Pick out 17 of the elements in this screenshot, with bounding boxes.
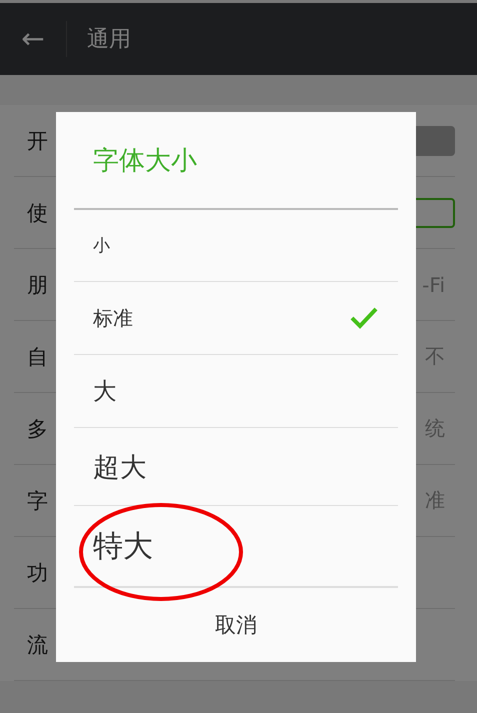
page-title: 通用: [87, 26, 131, 54]
font-size-option[interactable]: 小: [74, 210, 398, 282]
setting-label: 多: [27, 416, 48, 442]
dialog-title: 字体大小: [74, 112, 398, 210]
setting-label: 功: [27, 560, 48, 586]
setting-label: 字: [27, 488, 48, 514]
setting-label: 朋: [27, 272, 48, 298]
font-size-option[interactable]: 特大: [74, 506, 398, 588]
back-button[interactable]: ←: [0, 21, 67, 57]
setting-label: 流: [27, 632, 48, 658]
setting-label: 使: [27, 200, 48, 226]
cancel-button[interactable]: 取消: [56, 588, 416, 662]
setting-label: 开: [27, 128, 48, 154]
setting-label: 自: [27, 344, 48, 370]
font-size-option[interactable]: 大: [74, 355, 398, 428]
font-size-option[interactable]: 标准: [74, 282, 398, 355]
font-size-option[interactable]: 超大: [74, 428, 398, 506]
